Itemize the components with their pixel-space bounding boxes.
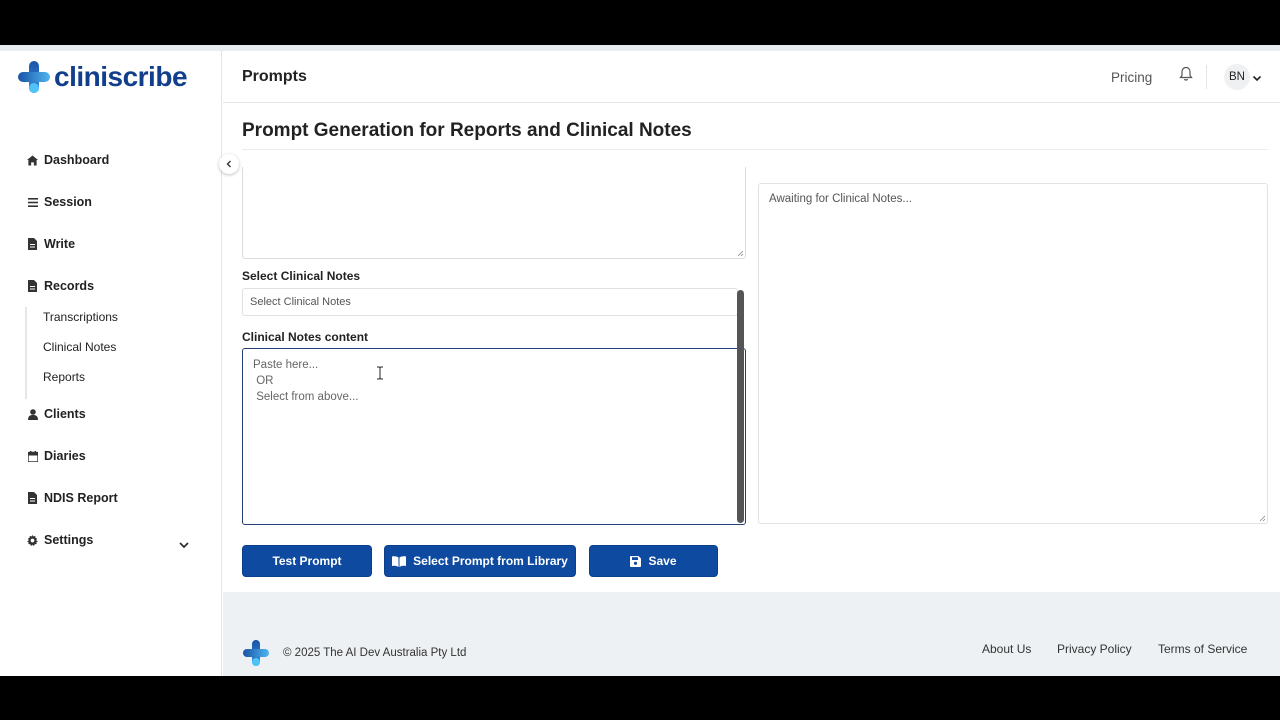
file-icon [27, 492, 38, 504]
sidebar: cliniscribe Dashboard Session Write Reco… [0, 51, 222, 676]
heading-divider [242, 149, 1268, 150]
sidebar-item-label: Clients [44, 407, 86, 421]
text-cursor-icon [375, 366, 385, 380]
output-textarea[interactable]: Awaiting for Clinical Notes... [758, 183, 1268, 524]
main-content: Prompt Generation for Reports and Clinic… [223, 104, 1280, 592]
calendar-icon [27, 450, 38, 462]
records-subnav-rail [25, 307, 27, 399]
sidebar-item-session[interactable]: Session [27, 195, 92, 209]
save-button[interactable]: Save [589, 545, 718, 577]
book-open-icon [392, 555, 407, 567]
user-icon [27, 408, 38, 420]
sidebar-item-label: Dashboard [44, 153, 110, 167]
sidebar-item-diaries[interactable]: Diaries [27, 449, 86, 463]
sidebar-item-label: Write [44, 237, 76, 251]
clinical-notes-select[interactable]: Select Clinical Notes [242, 288, 738, 316]
sidebar-subitem-reports[interactable]: Reports [43, 370, 85, 384]
chevron-down-icon[interactable] [1251, 71, 1263, 83]
resize-handle-icon[interactable] [737, 250, 744, 257]
chevron-down-icon[interactable] [178, 538, 190, 550]
header-divider [1206, 65, 1207, 89]
clinical-notes-textarea[interactable]: Paste here... OR Select from above... [242, 348, 746, 525]
footer-link-terms[interactable]: Terms of Service [1158, 642, 1247, 656]
button-label: Save [648, 554, 677, 568]
button-label: Test Prompt [272, 554, 342, 568]
sidebar-collapse-button[interactable] [219, 154, 239, 174]
page-title: Prompts [242, 68, 307, 85]
sidebar-item-records[interactable]: Records [27, 279, 94, 293]
save-icon [630, 555, 642, 567]
sidebar-item-label: Diaries [44, 449, 86, 463]
brand-logo[interactable]: cliniscribe [18, 61, 188, 93]
footer-logo-icon [243, 640, 269, 666]
section-heading: Prompt Generation for Reports and Clinic… [242, 120, 692, 141]
bell-icon[interactable] [1178, 66, 1194, 84]
letterbox-bottom [0, 676, 1280, 720]
footer-link-about[interactable]: About Us [982, 642, 1031, 656]
sidebar-item-ndis-report[interactable]: NDIS Report [27, 491, 118, 505]
top-bar: Prompts Pricing BN [223, 51, 1280, 103]
logo-cross-icon [18, 61, 50, 93]
select-prompt-library-button[interactable]: Select Prompt from Library [384, 545, 576, 577]
select-clinical-notes-label: Select Clinical Notes [242, 269, 361, 283]
textarea-placeholder: Paste here... OR Select from above... [253, 359, 359, 403]
pricing-link[interactable]: Pricing [1111, 70, 1152, 85]
sidebar-item-write[interactable]: Write [27, 237, 75, 251]
footer: © 2025 The AI Dev Australia Pty Ltd Abou… [223, 592, 1280, 676]
file-icon [27, 280, 38, 292]
gear-icon [27, 534, 38, 546]
menu-icon [27, 196, 38, 208]
test-prompt-button[interactable]: Test Prompt [242, 545, 372, 577]
home-icon [27, 154, 38, 166]
button-label: Select Prompt from Library [413, 554, 568, 568]
brand-name: cliniscribe [54, 61, 188, 92]
sidebar-item-label: Settings [44, 533, 94, 547]
sidebar-item-dashboard[interactable]: Dashboard [27, 153, 109, 167]
sidebar-item-label: Records [44, 279, 95, 293]
prompt-textarea[interactable] [242, 167, 746, 259]
file-icon [27, 238, 38, 250]
form-scrollbar[interactable] [737, 290, 744, 523]
sidebar-item-clients[interactable]: Clients [27, 407, 86, 421]
sidebar-item-label: NDIS Report [44, 491, 118, 505]
sidebar-item-label: Session [44, 195, 92, 209]
app-window: cliniscribe Dashboard Session Write Reco… [0, 45, 1280, 676]
clinical-notes-content-label: Clinical Notes content [242, 330, 369, 344]
sidebar-item-settings[interactable]: Settings [27, 533, 93, 547]
avatar[interactable]: BN [1224, 64, 1250, 90]
sidebar-subitem-transcriptions[interactable]: Transcriptions [43, 310, 118, 324]
resize-handle-icon[interactable] [1259, 515, 1266, 522]
sidebar-subitem-clinical-notes[interactable]: Clinical Notes [43, 340, 116, 354]
chevron-left-icon [226, 160, 231, 168]
letterbox-top [0, 0, 1280, 45]
output-placeholder: Awaiting for Clinical Notes... [769, 193, 912, 205]
footer-link-privacy[interactable]: Privacy Policy [1057, 642, 1132, 656]
copyright-text: © 2025 The AI Dev Australia Pty Ltd [283, 647, 467, 659]
